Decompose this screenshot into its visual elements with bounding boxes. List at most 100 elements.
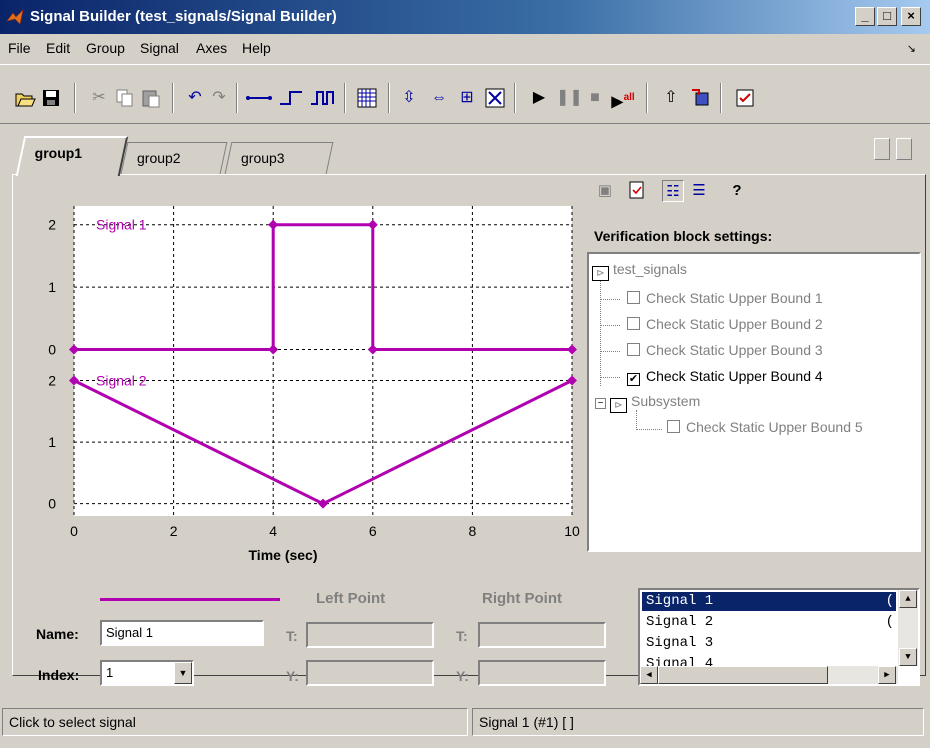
verification-title: Verification block settings: (594, 228, 773, 244)
dock-arrow-icon[interactable]: ↘ (907, 42, 916, 55)
checkbox[interactable] (627, 343, 640, 356)
run-all-label: all (623, 92, 635, 103)
list-item-suffix: ( (885, 614, 894, 630)
signal-2-axes[interactable]: 0 1 2 0 2 4 6 8 10 Time (sec) Signal 2 (48, 362, 580, 563)
horizontal-scrollbar[interactable]: ◀ ▶ (640, 666, 898, 684)
signal-list[interactable]: Signal 1( Signal 2( Signal 3 Signal 4 ▲ … (638, 588, 920, 686)
signal-builder-window: Signal Builder (test_signals/Signal Buil… (0, 0, 930, 748)
list-item-label: Signal 1 (646, 593, 714, 609)
left-t-label: T: (286, 628, 298, 644)
signal-legend-line (100, 598, 280, 601)
checkbox[interactable] (627, 317, 640, 330)
signal-1-axes[interactable]: 0 1 2 Signal 1 (48, 206, 577, 362)
list-item-signal-3[interactable]: Signal 3 (642, 634, 896, 653)
right-y-label: Y: (456, 668, 469, 684)
tree-line (600, 325, 620, 326)
close-button[interactable]: × (901, 7, 921, 26)
list-item-suffix: ( (885, 593, 894, 609)
checkbox[interactable] (667, 420, 680, 433)
list-item-signal-1[interactable]: Signal 1 ( (642, 592, 896, 611)
right-point-header: Right Point (482, 590, 562, 607)
up-arrow-icon[interactable]: ⇧ (660, 87, 682, 109)
y-tick-label: 0 (48, 342, 56, 358)
tree-line (600, 377, 620, 378)
tree-view-icon[interactable]: ☷ (662, 180, 684, 202)
tree-item-label: Check Static Upper Bound 1 (646, 290, 823, 306)
tree-line (636, 429, 662, 430)
chevron-down-icon[interactable]: ▼ (174, 662, 192, 684)
right-t-field[interactable] (478, 622, 606, 648)
index-select[interactable]: 1 ▼ (100, 660, 194, 686)
scroll-up-icon[interactable]: ▲ (899, 590, 917, 608)
tab-scroll-left-button[interactable] (874, 138, 890, 160)
tree-item-check-4[interactable]: ✔ Check Static Upper Bound 4 (627, 368, 823, 386)
tab-group1[interactable]: group1 (15, 136, 129, 176)
tree-item-label: Check Static Upper Bound 4 (646, 368, 823, 384)
tree-root-label: test_signals (613, 261, 687, 277)
scroll-left-icon[interactable]: ◀ (640, 666, 658, 684)
right-t-label: T: (456, 628, 468, 644)
verification-tree: ⊳ test_signals Check Static Upper Bound 1… (587, 252, 921, 552)
vertical-scrollbar[interactable]: ▲ ▼ (898, 590, 918, 666)
tree-item-check-3[interactable]: Check Static Upper Bound 3 (627, 342, 823, 358)
tree-item-label: Check Static Upper Bound 2 (646, 316, 823, 332)
name-field[interactable]: Signal 1 (100, 620, 264, 646)
list-item-label: Signal 2 (646, 614, 714, 630)
y-tick-label: 1 (48, 434, 56, 450)
x-tick-label: 6 (369, 523, 377, 539)
enable-icon[interactable]: ▣ (594, 180, 616, 202)
check-icon[interactable] (626, 180, 648, 202)
y-tick-label: 0 (48, 496, 56, 512)
status-selection: Signal 1 (#1) [ ] (472, 708, 924, 736)
left-y-field[interactable] (306, 660, 434, 686)
tree-item-check-2[interactable]: Check Static Upper Bound 2 (627, 316, 823, 332)
tree-line (636, 410, 637, 430)
scroll-right-icon[interactable]: ▶ (878, 666, 896, 684)
y-tick-label: 1 (48, 279, 56, 295)
x-tick-label: 4 (269, 523, 277, 539)
list-view-icon[interactable]: ☰ (688, 180, 710, 202)
block-icon[interactable] (690, 87, 712, 109)
tree-item-subsystem[interactable]: − ⊳ Subsystem (595, 393, 700, 413)
list-item-signal-2[interactable]: Signal 2 ( (642, 613, 896, 632)
x-tick-label: 0 (70, 523, 78, 539)
list-item-label: Signal 3 (646, 635, 714, 651)
left-t-field[interactable] (306, 622, 434, 648)
tree-line (600, 299, 620, 300)
tree-item-check-5[interactable]: Check Static Upper Bound 5 (667, 419, 863, 435)
index-value: 1 (106, 665, 114, 680)
subsystem-icon: ⊳ (592, 266, 609, 281)
scroll-down-icon[interactable]: ▼ (899, 648, 917, 666)
collapse-icon[interactable]: − (595, 398, 606, 409)
toolbar-separator (646, 83, 648, 113)
plot-area (74, 206, 572, 362)
tree-item-label: Check Static Upper Bound 5 (686, 419, 863, 435)
minimize-button[interactable]: _ (855, 7, 875, 26)
maximize-button[interactable]: □ (877, 7, 897, 26)
scroll-thumb[interactable] (658, 666, 828, 684)
tree-item-check-1[interactable]: Check Static Upper Bound 1 (627, 290, 823, 306)
right-y-field[interactable] (478, 660, 606, 686)
left-y-label: Y: (286, 668, 299, 684)
x-tick-label: 8 (469, 523, 477, 539)
x-tick-label: 10 (564, 523, 580, 539)
toolbar-separator (720, 83, 722, 113)
tree-item-label: Subsystem (631, 393, 701, 409)
index-label: Index: (38, 667, 80, 683)
verification-icon[interactable] (734, 87, 756, 109)
x-tick-label: 2 (170, 523, 178, 539)
tab-scroll-right-button[interactable] (896, 138, 912, 160)
tab-label: group1 (34, 145, 83, 161)
help-icon[interactable]: ? (726, 180, 748, 202)
tree-root[interactable]: ⊳ test_signals (592, 261, 687, 281)
subsystem-icon: ⊳ (610, 398, 627, 413)
plot-area (74, 362, 572, 516)
checkbox[interactable] (627, 291, 640, 304)
y-tick-label: 2 (48, 372, 56, 388)
y-tick-label: 2 (48, 217, 56, 233)
left-point-header: Left Point (316, 590, 386, 607)
run-all-icon[interactable]: ▶all (608, 87, 638, 110)
x-axis-label: Time (sec) (249, 547, 318, 563)
checkbox-checked-icon[interactable]: ✔ (627, 373, 640, 386)
name-label: Name: (36, 626, 79, 642)
